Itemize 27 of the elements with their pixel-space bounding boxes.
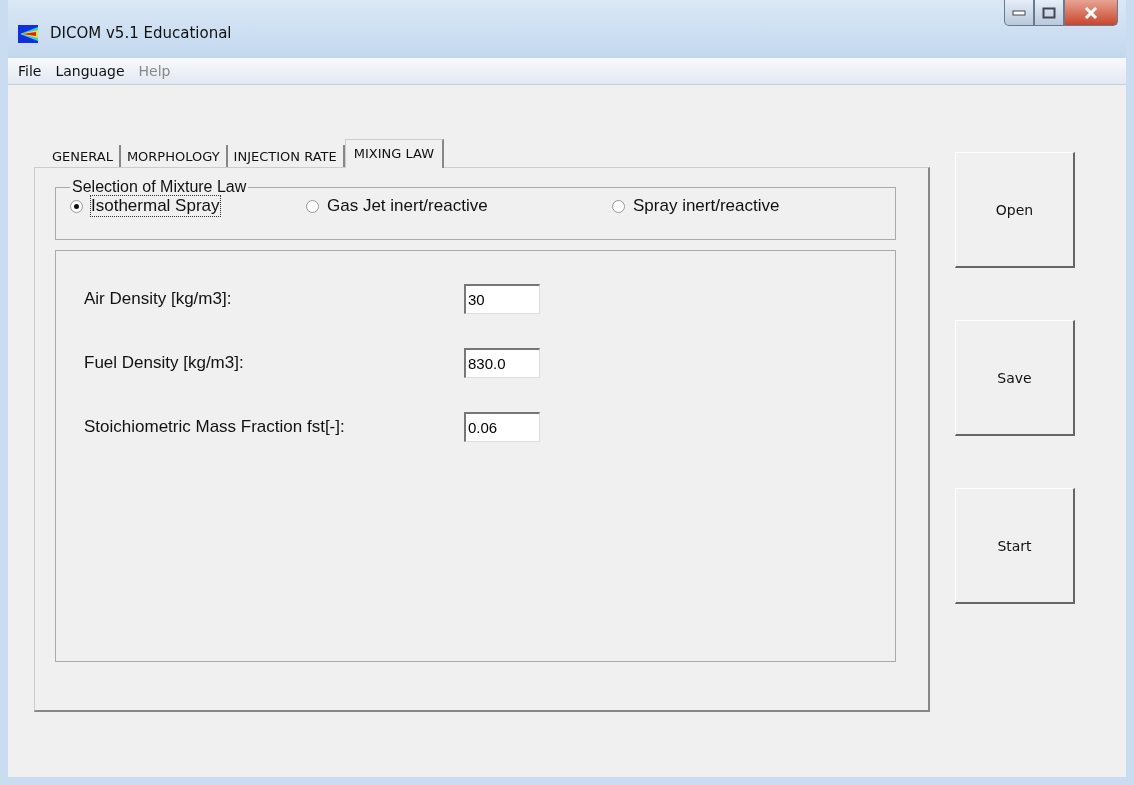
minimize-button[interactable] [1004,0,1034,26]
action-button[interactable]: Start [955,488,1075,604]
radio-button[interactable] [612,199,625,213]
menu-item[interactable]: Language [49,63,131,79]
window-title: DICOM v5.1 Educational [50,24,232,42]
radio-button[interactable] [306,199,319,213]
field-label: Fuel Density [kg/m3]: [84,352,245,373]
maximize-icon [1042,6,1056,19]
app-icon [18,25,38,43]
input-field[interactable]: 830.0 [464,347,540,378]
field-label: Stoichiometric Mass Fraction fst[-]: [84,416,346,437]
input-field[interactable]: 30 [464,283,540,314]
close-button[interactable] [1064,0,1118,26]
minimize-icon [1012,9,1026,16]
field-label: Air Density [kg/m3]: [84,288,233,309]
radio-option[interactable]: Isothermal Spray [70,196,306,216]
input-field[interactable]: 0.06 [464,411,540,442]
tab[interactable]: MIXING LAW [344,139,444,168]
radio-button[interactable] [70,199,83,213]
radio-option[interactable]: Gas Jet inert/reactive [306,196,612,216]
menu-item[interactable]: File [12,63,48,79]
close-icon [1084,6,1098,19]
maximize-button[interactable] [1034,0,1064,26]
radio-option[interactable]: Spray inert/reactive [612,196,780,216]
action-button[interactable]: Save [955,320,1075,436]
group-title: Selection of Mixture Law [71,178,248,196]
action-button[interactable]: Open [955,152,1075,268]
